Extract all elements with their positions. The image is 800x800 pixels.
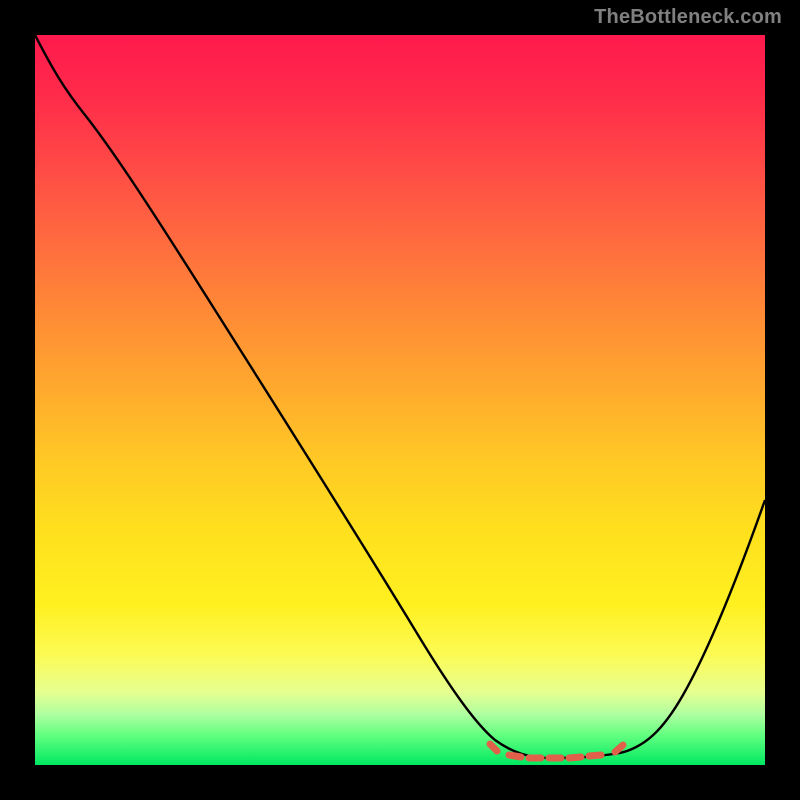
- valley-band: [490, 744, 623, 758]
- bottleneck-curve: [35, 35, 765, 758]
- plot-area: [35, 35, 765, 765]
- curve-layer: [35, 35, 765, 765]
- chart-container: TheBottleneck.com: [0, 0, 800, 800]
- watermark-label: TheBottleneck.com: [594, 6, 782, 29]
